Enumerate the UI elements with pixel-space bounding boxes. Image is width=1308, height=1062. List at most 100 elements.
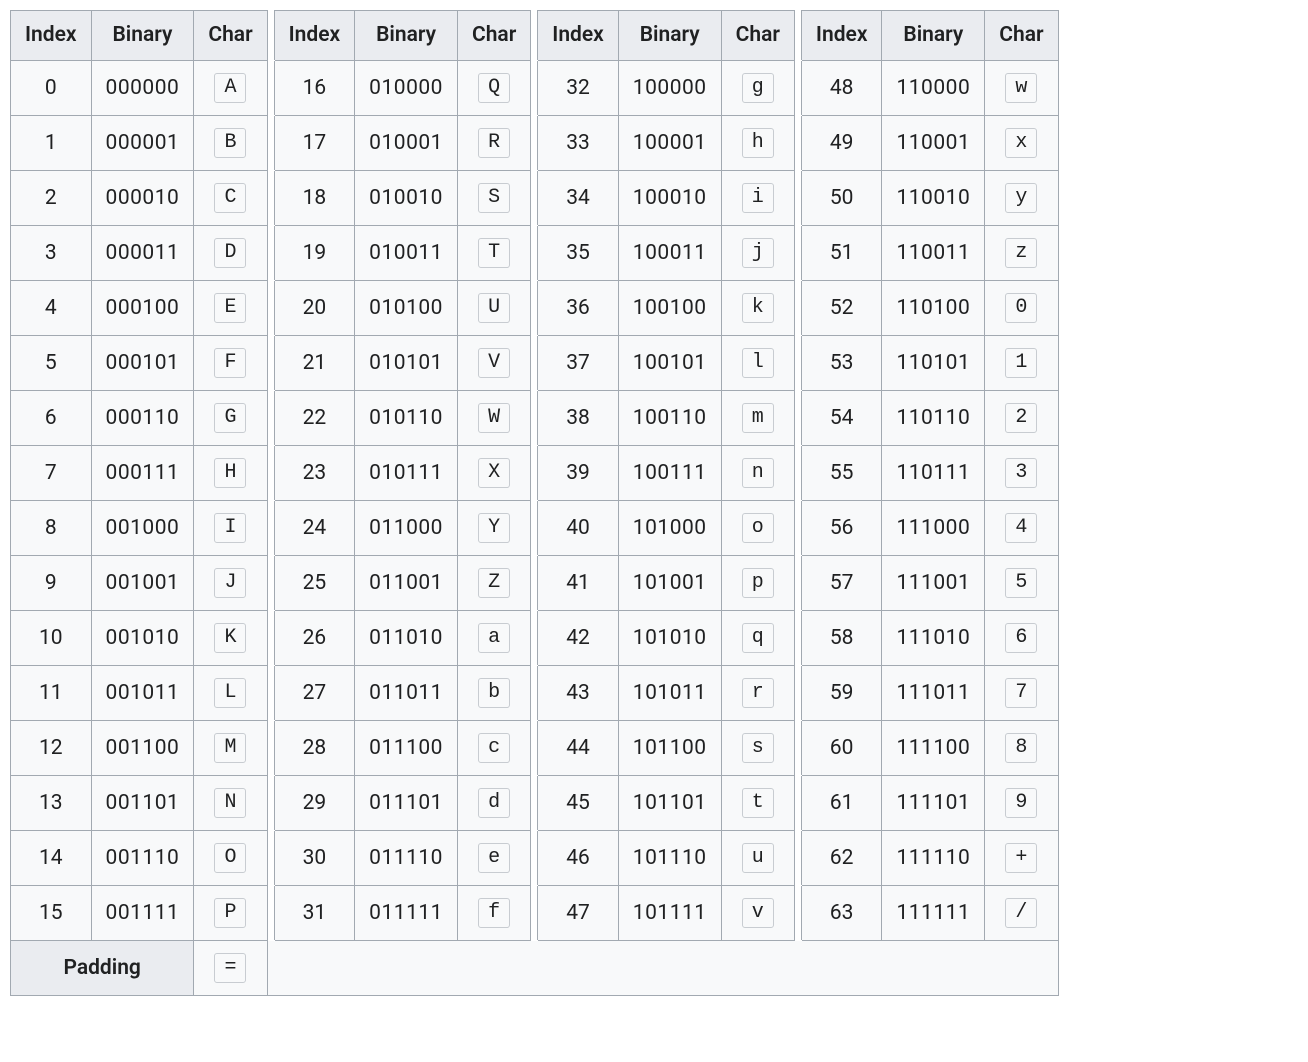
cell-binary: 000000	[91, 61, 194, 116]
cell-index: 28	[274, 721, 355, 776]
cell-char: M	[194, 721, 267, 776]
group-spacer	[267, 226, 274, 281]
cell-index: 19	[274, 226, 355, 281]
group-spacer	[267, 61, 274, 116]
header-row: Index Binary Char Index Binary Char Inde…	[11, 11, 1059, 61]
char-code: O	[214, 843, 246, 873]
cell-char: T	[457, 226, 530, 281]
cell-char: B	[194, 116, 267, 171]
col-index: Index	[274, 11, 355, 61]
char-code: n	[742, 458, 774, 488]
char-code: R	[478, 128, 510, 158]
cell-char: U	[457, 281, 530, 336]
cell-index: 15	[11, 886, 92, 941]
cell-char: O	[194, 831, 267, 886]
cell-index: 21	[274, 336, 355, 391]
char-code: d	[478, 788, 510, 818]
char-code: z	[1005, 238, 1037, 268]
cell-char: Q	[457, 61, 530, 116]
cell-index: 53	[801, 336, 882, 391]
char-code: D	[214, 238, 246, 268]
cell-index: 51	[801, 226, 882, 281]
cell-char: f	[457, 886, 530, 941]
cell-binary: 111010	[882, 611, 985, 666]
group-spacer	[531, 226, 538, 281]
char-code: c	[478, 733, 510, 763]
group-spacer	[531, 11, 538, 61]
cell-binary: 110010	[882, 171, 985, 226]
cell-binary: 110011	[882, 226, 985, 281]
cell-index: 22	[274, 391, 355, 446]
cell-binary: 000100	[91, 281, 194, 336]
cell-binary: 110111	[882, 446, 985, 501]
char-code: j	[742, 238, 774, 268]
char-code: Z	[478, 568, 510, 598]
group-spacer	[794, 11, 801, 61]
char-code: N	[214, 788, 246, 818]
char-code: V	[478, 348, 510, 378]
cell-char: N	[194, 776, 267, 831]
cell-char: o	[721, 501, 794, 556]
table-row: 11001011L27011011b43101011r591110117	[11, 666, 1059, 721]
cell-binary: 101101	[618, 776, 721, 831]
cell-binary: 000111	[91, 446, 194, 501]
cell-index: 7	[11, 446, 92, 501]
char-code: S	[478, 183, 510, 213]
group-spacer	[267, 831, 274, 886]
group-spacer	[531, 116, 538, 171]
cell-index: 30	[274, 831, 355, 886]
char-code: A	[214, 73, 246, 103]
char-code: G	[214, 403, 246, 433]
group-spacer	[794, 61, 801, 116]
char-code: h	[742, 128, 774, 158]
group-spacer	[531, 776, 538, 831]
padding-row: Padding =	[11, 941, 1059, 996]
cell-char: 0	[985, 281, 1058, 336]
cell-index: 6	[11, 391, 92, 446]
char-code: m	[742, 403, 774, 433]
cell-char: E	[194, 281, 267, 336]
cell-binary: 110000	[882, 61, 985, 116]
char-code: 6	[1005, 623, 1037, 653]
cell-char: H	[194, 446, 267, 501]
cell-binary: 111111	[882, 886, 985, 941]
cell-binary: 010001	[355, 116, 458, 171]
table-row: 7000111H23010111X39100111n551101113	[11, 446, 1059, 501]
char-code: P	[214, 898, 246, 928]
cell-char: /	[985, 886, 1058, 941]
char-code: a	[478, 623, 510, 653]
cell-binary: 010000	[355, 61, 458, 116]
cell-char: u	[721, 831, 794, 886]
group-spacer	[267, 556, 274, 611]
cell-index: 39	[538, 446, 619, 501]
table-row: 2000010C18010010S34100010i50110010y	[11, 171, 1059, 226]
char-code: g	[742, 73, 774, 103]
char-code: 7	[1005, 678, 1037, 708]
cell-char: R	[457, 116, 530, 171]
char-code: L	[214, 678, 246, 708]
group-spacer	[794, 226, 801, 281]
cell-char: m	[721, 391, 794, 446]
cell-index: 42	[538, 611, 619, 666]
group-spacer	[267, 336, 274, 391]
cell-index: 32	[538, 61, 619, 116]
cell-char: z	[985, 226, 1058, 281]
group-spacer	[794, 666, 801, 721]
char-code: u	[742, 843, 774, 873]
table-row: 10001010K26011010a42101010q581110106	[11, 611, 1059, 666]
padding-char-cell: =	[194, 941, 267, 996]
group-spacer	[531, 501, 538, 556]
cell-index: 35	[538, 226, 619, 281]
col-binary: Binary	[882, 11, 985, 61]
table-header: Index Binary Char Index Binary Char Inde…	[11, 11, 1059, 61]
group-spacer	[267, 391, 274, 446]
cell-index: 52	[801, 281, 882, 336]
cell-index: 31	[274, 886, 355, 941]
group-spacer	[531, 281, 538, 336]
group-spacer	[794, 721, 801, 776]
group-spacer	[531, 336, 538, 391]
group-spacer	[794, 446, 801, 501]
cell-char: w	[985, 61, 1058, 116]
cell-index: 17	[274, 116, 355, 171]
cell-index: 48	[801, 61, 882, 116]
